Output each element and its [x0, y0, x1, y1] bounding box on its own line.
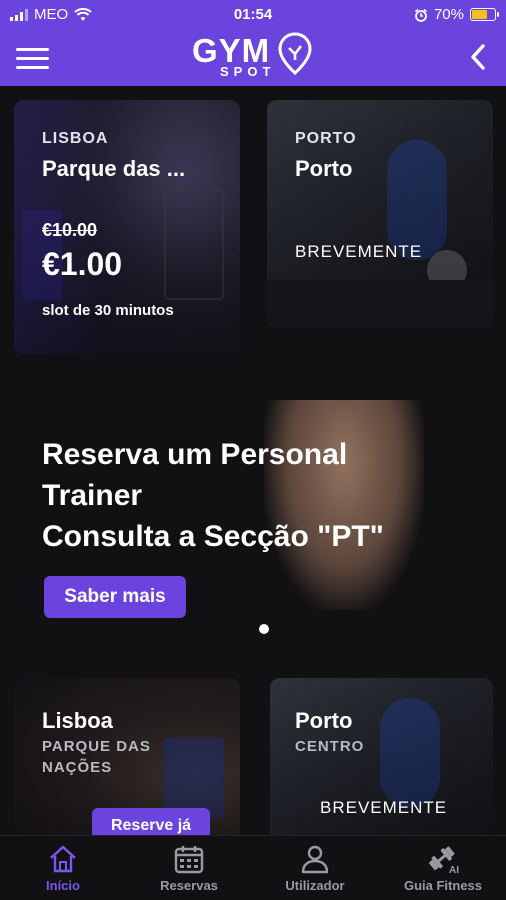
user-icon: [301, 845, 329, 874]
status-bar: MEO 01:54 70%: [0, 0, 506, 30]
gym-card-lisboa[interactable]: LISBOA Parque das ... €10.00 €1.00 slot …: [14, 100, 240, 354]
battery-icon: [470, 8, 499, 21]
back-icon[interactable]: [466, 42, 490, 72]
price: €1.00: [42, 246, 123, 282]
alarm-icon: [414, 8, 427, 22]
calendar-icon: [174, 846, 204, 874]
tab-guia-fitness[interactable]: AI Guia Fitness: [380, 836, 506, 900]
coming-soon-label: BREVEMENTE: [295, 242, 423, 261]
tab-label: Utilizador: [285, 878, 345, 893]
menu-icon[interactable]: [16, 48, 49, 70]
tab-inicio[interactable]: Início: [0, 836, 126, 900]
gym-title: Lisboa: [42, 708, 113, 733]
gym-card-porto-centro[interactable]: Porto CENTRO BREVEMENTE: [270, 678, 493, 848]
gym-title: Porto: [295, 708, 353, 733]
old-price: €10.00: [42, 220, 98, 240]
location-pin-icon: [278, 32, 312, 75]
card-title: Porto: [295, 156, 353, 181]
top-bar: MEO 01:54 70% GYM SPOT: [0, 0, 506, 86]
tab-utilizador[interactable]: Utilizador: [252, 836, 378, 900]
card-city: PORTO: [295, 130, 357, 147]
gym-subtitle: CENTRO: [295, 738, 365, 755]
personal-trainer-banner[interactable]: Reserva um Personal Trainer Consulta a S…: [14, 380, 494, 652]
card-city: LISBOA: [42, 130, 109, 147]
carousel-indicator[interactable]: [259, 624, 269, 634]
gym-subtitle: PARQUE DAS NAÇÕES: [42, 738, 151, 776]
tab-label: Reservas: [160, 878, 218, 893]
tab-label: Início: [46, 878, 80, 893]
card-title: Parque das ...: [42, 156, 186, 181]
home-icon: [50, 845, 76, 873]
battery-percent: 70%: [433, 6, 464, 23]
tab-label: Guia Fitness: [403, 878, 483, 893]
tab-reservas[interactable]: Reservas: [126, 836, 252, 900]
learn-more-button[interactable]: Saber mais: [44, 576, 186, 618]
banner-headline: Reserva um Personal Trainer Consulta a S…: [42, 438, 384, 553]
slot-duration: slot de 30 minutos: [42, 302, 174, 319]
gymspot-logo: GYM SPOT: [192, 30, 322, 82]
coming-soon-label: BREVEMENTE: [320, 798, 448, 817]
app-header: GYM SPOT: [0, 30, 506, 86]
bottom-tab-bar: Início Reservas Utilizador AI Guia Fitne…: [0, 835, 506, 900]
svg-text:AI: AI: [449, 865, 459, 875]
gym-card-porto[interactable]: PORTO Porto BREVEMENTE: [267, 100, 493, 328]
gym-card-lisboa-parque[interactable]: Lisboa PARQUE DAS NAÇÕES Reserve já: [14, 678, 240, 848]
dumbbell-ai-icon: AI: [429, 846, 459, 875]
